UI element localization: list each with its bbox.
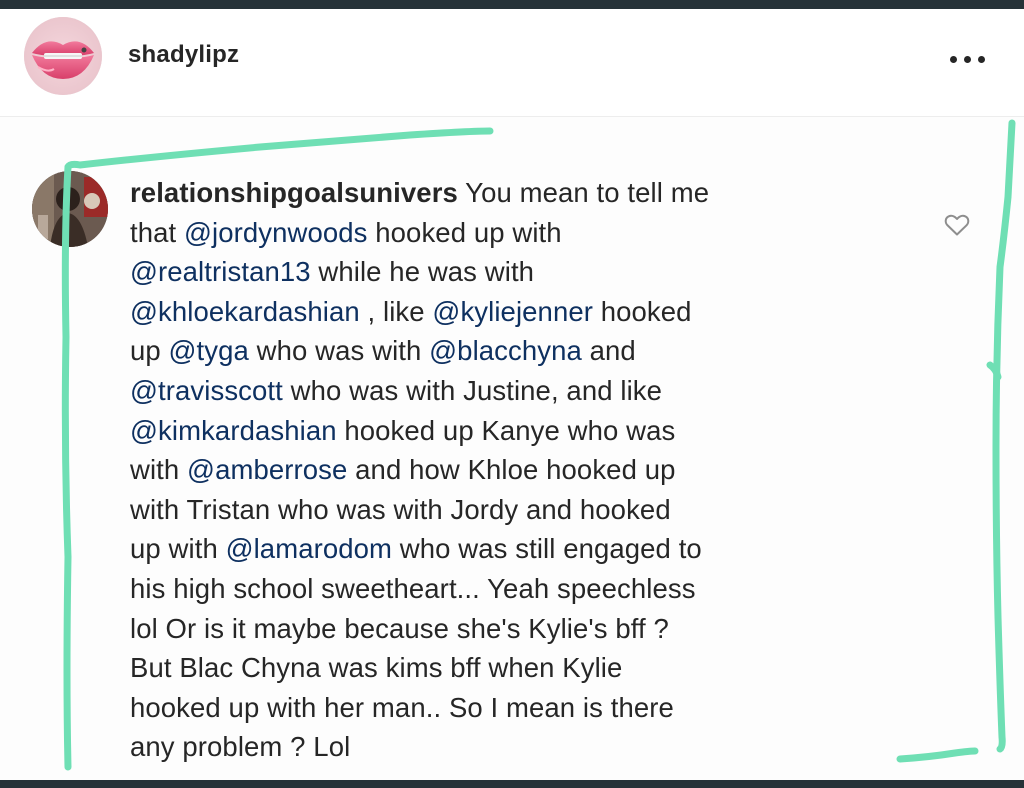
instagram-post: shadylipz relationshipgoalsunivers You m… xyxy=(0,9,1024,780)
more-dot xyxy=(978,56,985,63)
post-username[interactable]: shadylipz xyxy=(128,41,239,69)
more-dot xyxy=(950,56,957,63)
more-dot xyxy=(964,56,971,63)
lips-avatar-icon xyxy=(24,17,102,95)
highlight-annotation xyxy=(61,119,1016,771)
post-header: shadylipz xyxy=(0,9,1024,101)
more-options-icon[interactable] xyxy=(946,47,990,71)
post-image: relationshipgoalsunivers You mean to tel… xyxy=(0,117,1024,780)
profile-avatar[interactable] xyxy=(24,17,102,95)
